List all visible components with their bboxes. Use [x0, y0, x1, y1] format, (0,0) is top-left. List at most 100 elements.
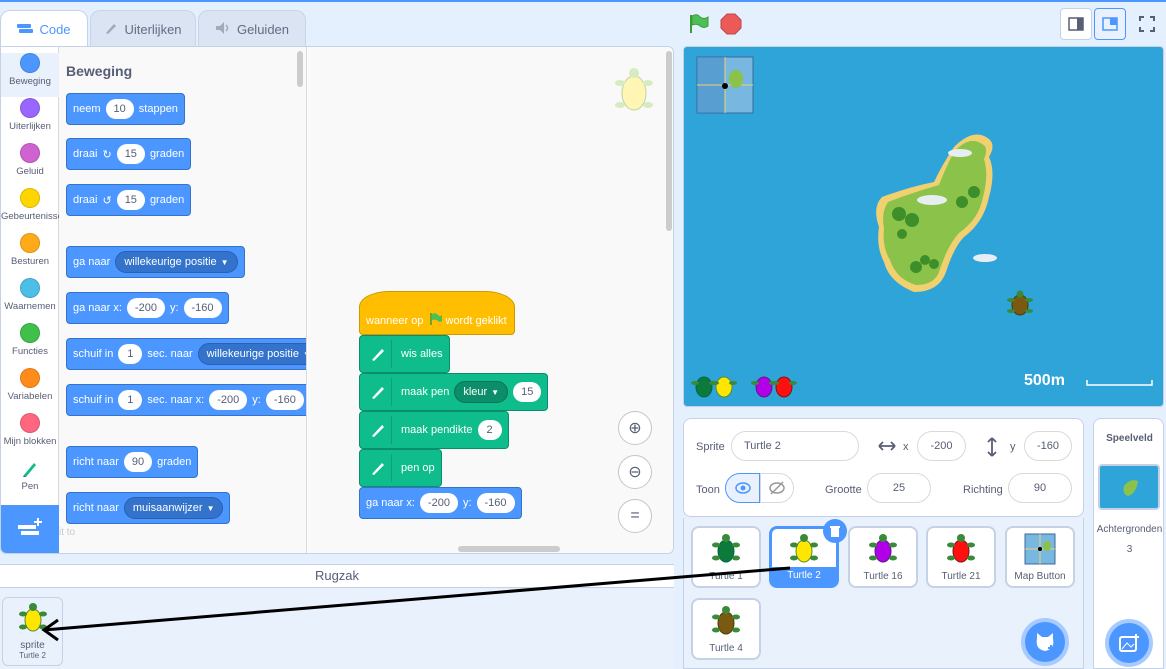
tab-sounds[interactable]: Geluiden [198, 10, 306, 47]
size-field[interactable]: 25 [867, 473, 931, 503]
block-text: y: [169, 302, 179, 314]
tab-code[interactable]: Code [0, 10, 88, 48]
category-functies[interactable]: Functies [1, 323, 59, 367]
show-sprite-button[interactable] [725, 473, 760, 503]
add-extension-button[interactable] [1, 505, 59, 553]
hide-sprite-button[interactable] [760, 473, 794, 503]
block-input[interactable]: -200 [126, 298, 165, 318]
add-backdrop-button[interactable] [1105, 619, 1153, 667]
block-input[interactable]: 10 [105, 99, 134, 119]
block-input[interactable]: 15 [116, 190, 145, 210]
sprite-tile[interactable]: Map Button [1005, 526, 1075, 588]
block-dropdown[interactable]: willekeurige positie▼ [197, 343, 306, 365]
block-input[interactable]: -160 [265, 390, 304, 410]
block-input[interactable]: 15 [116, 144, 145, 164]
delete-sprite-button[interactable] [823, 519, 847, 543]
block-text: draai [73, 148, 98, 160]
block-text: neem [73, 103, 101, 115]
turtle-icon [712, 534, 740, 563]
rotate-right-icon: ↻ [102, 148, 112, 161]
zoom-reset-button[interactable]: = [618, 499, 652, 533]
sprite-tile[interactable]: Turtle 1 [691, 526, 761, 588]
category-waarnemen[interactable]: Waarnemen [1, 278, 59, 322]
add-sprite-button[interactable] [1021, 618, 1069, 666]
sprite-tile[interactable]: Turtle 21 [926, 526, 996, 588]
block-dropdown[interactable]: kleur ▼ [454, 381, 509, 403]
palette-scrollbar[interactable] [297, 51, 303, 87]
block-move-steps[interactable]: neem 10 stappen [66, 93, 185, 125]
block-input[interactable]: 1 [118, 344, 143, 364]
category-dot-icon [20, 188, 40, 208]
sprite-tile-selected[interactable]: Turtle 2 [769, 519, 847, 588]
direction-label: Richting [963, 484, 1003, 496]
sprite-name-field[interactable]: Turtle 2 [731, 431, 859, 461]
block-pen-up[interactable]: pen op [359, 449, 442, 487]
block-glide[interactable]: schuif in 1 sec. naar willekeurige positie ▼ [66, 338, 306, 370]
y-field[interactable]: -160 [1024, 431, 1072, 461]
zoom-out-button[interactable]: ⊖ [618, 455, 652, 489]
category-variabelen[interactable]: Variabelen [1, 368, 59, 412]
sprite-list: Turtle 1 Turtle 2 Turtle 16 Turtle 21 Ma… [683, 518, 1084, 669]
sprite-turtle-watermark-icon [612, 65, 656, 120]
direction-field[interactable]: 90 [1008, 473, 1072, 503]
block-text: wanneer op [366, 314, 424, 327]
fullscreen-button[interactable] [1131, 8, 1163, 40]
backpack-item-sub: Turtle 2 [19, 651, 46, 660]
dropdown-value: willekeurige positie [206, 348, 299, 360]
stage[interactable]: 500m [683, 46, 1164, 407]
category-beweging[interactable]: Beweging [1, 53, 59, 97]
top-accent-line [0, 0, 1166, 2]
block-glide-xy[interactable]: schuif in 1 sec. naar x: -200 y: -160 [66, 384, 306, 416]
block-pen-clear[interactable]: wis alles [359, 335, 450, 373]
tab-costumes[interactable]: Uiterlijken [90, 10, 196, 47]
large-stage-button[interactable] [1094, 8, 1126, 40]
block-input[interactable]: -160 [183, 298, 222, 318]
backpack-header[interactable]: Rugzak [0, 564, 674, 588]
block-pen-set-color[interactable]: maak pen kleur ▼ 15 [359, 373, 549, 411]
block-pen-set-size[interactable]: maak pendikte 2 [359, 411, 509, 449]
zoom-in-button[interactable]: ⊕ [618, 411, 652, 445]
block-dropdown[interactable]: muisaanwijzer ▼ [123, 497, 224, 519]
green-flag-icon[interactable] [686, 12, 710, 41]
small-stage-icon [1068, 17, 1084, 31]
category-uiterlijken[interactable]: Uiterlijken [1, 98, 59, 142]
block-point-direction[interactable]: richt naar 90 graden [66, 446, 199, 478]
block-goto-xy-script[interactable]: ga naar x: -200 y: -160 [359, 487, 522, 519]
block-input[interactable]: -200 [209, 390, 248, 410]
sprite-tile[interactable]: Turtle 16 [848, 526, 918, 588]
category-besturen[interactable]: Besturen [1, 233, 59, 277]
backpack-content: sprite Turtle 2 [0, 589, 674, 669]
stop-icon[interactable] [719, 12, 743, 41]
block-goto-xy[interactable]: ga naar x: -200 y: -160 [66, 292, 229, 324]
block-goto[interactable]: ga naar willekeurige positie ▼ [66, 246, 245, 278]
category-mijn-blokken[interactable]: Mijn blokken [1, 413, 59, 457]
sprite-tile-name: Turtle 1 [709, 571, 743, 582]
category-gebeurtenissen[interactable]: Gebeurtenissen [1, 188, 68, 232]
x-field[interactable]: -200 [917, 431, 966, 461]
block-turn-left[interactable]: draai ↺ 15 graden [66, 184, 192, 216]
sprite-tile[interactable]: Turtle 4 [691, 598, 761, 660]
block-turn-right[interactable]: draai ↻ 15 graden [66, 138, 192, 170]
category-dot-icon [20, 323, 40, 343]
category-geluid[interactable]: Geluid [1, 143, 59, 187]
block-dropdown[interactable]: willekeurige positie▼ [115, 251, 238, 273]
workspace-vscrollbar[interactable] [666, 51, 672, 231]
workspace-hscrollbar[interactable] [458, 546, 560, 552]
block-input[interactable]: 1 [118, 390, 143, 410]
block-when-flag-clicked[interactable]: wanneer op wordt geklikt [359, 291, 515, 335]
small-stage-button[interactable] [1060, 8, 1092, 40]
block-input[interactable]: 2 [477, 420, 502, 440]
stage-canvas [691, 56, 1153, 398]
block-input[interactable]: -160 [476, 493, 515, 513]
stage-thumbnail[interactable] [1098, 464, 1160, 510]
stage-selector[interactable]: Speelveld Achtergronden 3 [1093, 418, 1164, 669]
backpack-item[interactable]: sprite Turtle 2 [2, 597, 63, 666]
category-pen[interactable]: Pen [1, 458, 59, 502]
block-input[interactable]: 15 [513, 382, 542, 402]
block-point-towards[interactable]: richt naar muisaanwijzer ▼ [66, 492, 231, 524]
category-dot-icon [20, 98, 40, 118]
block-input[interactable]: 90 [123, 452, 153, 472]
block-input[interactable]: -200 [419, 493, 458, 513]
sprite-tile-name: Turtle 4 [709, 643, 743, 654]
block-text: maak pen [401, 386, 450, 398]
